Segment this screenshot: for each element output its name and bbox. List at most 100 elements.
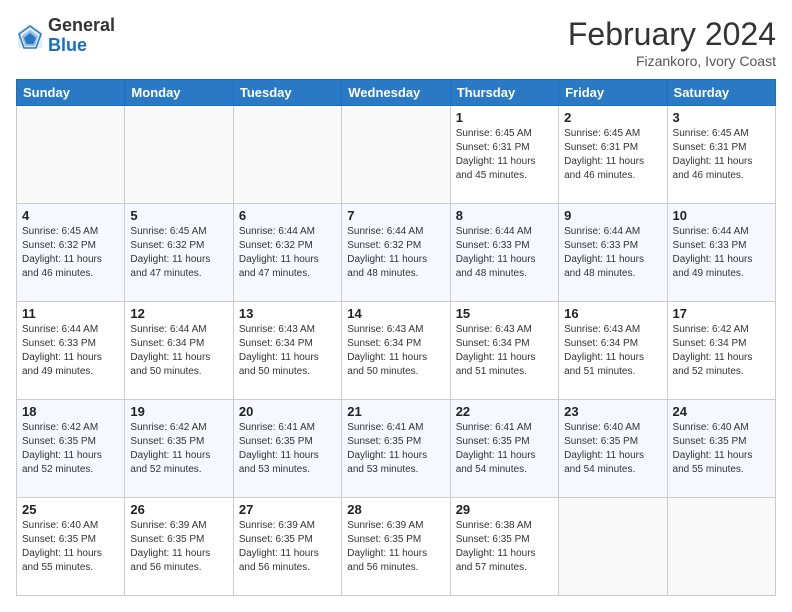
day-number: 5: [130, 208, 227, 223]
calendar-cell: 9 Sunrise: 6:44 AM Sunset: 6:33 PM Daylig…: [559, 204, 667, 302]
calendar-cell: [342, 106, 450, 204]
day-number: 19: [130, 404, 227, 419]
calendar-header-monday: Monday: [125, 80, 233, 106]
day-number: 14: [347, 306, 444, 321]
day-info: Sunrise: 6:39 AM Sunset: 6:35 PM Dayligh…: [347, 520, 427, 573]
day-info: Sunrise: 6:45 AM Sunset: 6:31 PM Dayligh…: [456, 128, 536, 181]
calendar-header-wednesday: Wednesday: [342, 80, 450, 106]
day-number: 12: [130, 306, 227, 321]
day-number: 7: [347, 208, 444, 223]
day-number: 23: [564, 404, 661, 419]
month-title: February 2024: [568, 16, 776, 53]
day-info: Sunrise: 6:40 AM Sunset: 6:35 PM Dayligh…: [673, 422, 753, 475]
calendar-cell: 11Sunrise: 6:44 AM Sunset: 6:33 PM Dayli…: [17, 302, 125, 400]
calendar-header-sunday: Sunday: [17, 80, 125, 106]
day-number: 9: [564, 208, 661, 223]
day-number: 20: [239, 404, 336, 419]
day-number: 18: [22, 404, 119, 419]
day-number: 27: [239, 502, 336, 517]
day-info: Sunrise: 6:44 AM Sunset: 6:33 PM Dayligh…: [456, 226, 536, 279]
day-info: Sunrise: 6:42 AM Sunset: 6:34 PM Dayligh…: [673, 324, 753, 377]
calendar-cell: 3 Sunrise: 6:45 AM Sunset: 6:31 PM Daylig…: [667, 106, 775, 204]
calendar-cell: 1 Sunrise: 6:45 AM Sunset: 6:31 PM Daylig…: [450, 106, 558, 204]
logo-general-text: General: [48, 16, 115, 36]
day-number: 1: [456, 110, 553, 125]
calendar-cell: 21 Sunrise: 6:41 AM Sunset: 6:35 PM Dayli…: [342, 400, 450, 498]
calendar-cell: 20 Sunrise: 6:41 AM Sunset: 6:35 PM Dayli…: [233, 400, 341, 498]
day-number: 3: [673, 110, 770, 125]
day-info: Sunrise: 6:43 AM Sunset: 6:34 PM Dayligh…: [564, 324, 644, 377]
calendar-cell: 16 Sunrise: 6:43 AM Sunset: 6:34 PM Dayli…: [559, 302, 667, 400]
day-number: 21: [347, 404, 444, 419]
location: Fizankoro, Ivory Coast: [568, 53, 776, 69]
day-info: Sunrise: 6:40 AM Sunset: 6:35 PM Dayligh…: [564, 422, 644, 475]
calendar-cell: 29 Sunrise: 6:38 AM Sunset: 6:35 PM Dayli…: [450, 498, 558, 596]
day-info: Sunrise: 6:44 AM Sunset: 6:34 PM Dayligh…: [130, 324, 210, 377]
header: General Blue February 2024 Fizankoro, Iv…: [16, 16, 776, 69]
calendar-cell: 4 Sunrise: 6:45 AM Sunset: 6:32 PM Daylig…: [17, 204, 125, 302]
calendar-cell: [233, 106, 341, 204]
calendar-week-row: 1 Sunrise: 6:45 AM Sunset: 6:31 PM Daylig…: [17, 106, 776, 204]
calendar-header-friday: Friday: [559, 80, 667, 106]
day-number: 13: [239, 306, 336, 321]
calendar-header-thursday: Thursday: [450, 80, 558, 106]
day-info: Sunrise: 6:42 AM Sunset: 6:35 PM Dayligh…: [130, 422, 210, 475]
calendar-cell: 17 Sunrise: 6:42 AM Sunset: 6:34 PM Dayli…: [667, 302, 775, 400]
day-info: Sunrise: 6:38 AM Sunset: 6:35 PM Dayligh…: [456, 520, 536, 573]
day-info: Sunrise: 6:41 AM Sunset: 6:35 PM Dayligh…: [456, 422, 536, 475]
day-info: Sunrise: 6:39 AM Sunset: 6:35 PM Dayligh…: [130, 520, 210, 573]
day-info: Sunrise: 6:40 AM Sunset: 6:35 PM Dayligh…: [22, 520, 102, 573]
calendar-cell: 25 Sunrise: 6:40 AM Sunset: 6:35 PM Dayli…: [17, 498, 125, 596]
calendar-cell: 18 Sunrise: 6:42 AM Sunset: 6:35 PM Dayli…: [17, 400, 125, 498]
day-info: Sunrise: 6:44 AM Sunset: 6:32 PM Dayligh…: [347, 226, 427, 279]
calendar-cell: 28Sunrise: 6:39 AM Sunset: 6:35 PM Dayli…: [342, 498, 450, 596]
calendar-table: SundayMondayTuesdayWednesdayThursdayFrid…: [16, 79, 776, 596]
day-number: 29: [456, 502, 553, 517]
calendar-cell: 5 Sunrise: 6:45 AM Sunset: 6:32 PM Daylig…: [125, 204, 233, 302]
day-info: Sunrise: 6:43 AM Sunset: 6:34 PM Dayligh…: [456, 324, 536, 377]
day-info: Sunrise: 6:44 AM Sunset: 6:33 PM Dayligh…: [673, 226, 753, 279]
day-number: 8: [456, 208, 553, 223]
day-number: 26: [130, 502, 227, 517]
day-number: 15: [456, 306, 553, 321]
logo-blue-text: Blue: [48, 36, 115, 56]
day-number: 6: [239, 208, 336, 223]
calendar-cell: 7 Sunrise: 6:44 AM Sunset: 6:32 PM Daylig…: [342, 204, 450, 302]
calendar-cell: 8 Sunrise: 6:44 AM Sunset: 6:33 PM Daylig…: [450, 204, 558, 302]
calendar-cell: 23 Sunrise: 6:40 AM Sunset: 6:35 PM Dayli…: [559, 400, 667, 498]
day-info: Sunrise: 6:41 AM Sunset: 6:35 PM Dayligh…: [239, 422, 319, 475]
day-info: Sunrise: 6:42 AM Sunset: 6:35 PM Dayligh…: [22, 422, 102, 475]
day-info: Sunrise: 6:44 AM Sunset: 6:33 PM Dayligh…: [22, 324, 102, 377]
day-info: Sunrise: 6:41 AM Sunset: 6:35 PM Dayligh…: [347, 422, 427, 475]
logo-text: General Blue: [48, 16, 115, 56]
calendar-header-row: SundayMondayTuesdayWednesdayThursdayFrid…: [17, 80, 776, 106]
day-info: Sunrise: 6:45 AM Sunset: 6:32 PM Dayligh…: [22, 226, 102, 279]
calendar-cell: 10Sunrise: 6:44 AM Sunset: 6:33 PM Dayli…: [667, 204, 775, 302]
calendar-cell: 2 Sunrise: 6:45 AM Sunset: 6:31 PM Daylig…: [559, 106, 667, 204]
day-info: Sunrise: 6:43 AM Sunset: 6:34 PM Dayligh…: [239, 324, 319, 377]
day-info: Sunrise: 6:45 AM Sunset: 6:31 PM Dayligh…: [673, 128, 753, 181]
calendar-week-row: 4 Sunrise: 6:45 AM Sunset: 6:32 PM Daylig…: [17, 204, 776, 302]
day-number: 24: [673, 404, 770, 419]
day-info: Sunrise: 6:45 AM Sunset: 6:31 PM Dayligh…: [564, 128, 644, 181]
day-number: 2: [564, 110, 661, 125]
calendar-cell: 22 Sunrise: 6:41 AM Sunset: 6:35 PM Dayli…: [450, 400, 558, 498]
day-number: 16: [564, 306, 661, 321]
calendar-cell: 19 Sunrise: 6:42 AM Sunset: 6:35 PM Dayli…: [125, 400, 233, 498]
calendar-week-row: 25 Sunrise: 6:40 AM Sunset: 6:35 PM Dayli…: [17, 498, 776, 596]
calendar-cell: 24 Sunrise: 6:40 AM Sunset: 6:35 PM Dayli…: [667, 400, 775, 498]
calendar-cell: 12 Sunrise: 6:44 AM Sunset: 6:34 PM Dayli…: [125, 302, 233, 400]
day-number: 22: [456, 404, 553, 419]
day-info: Sunrise: 6:44 AM Sunset: 6:33 PM Dayligh…: [564, 226, 644, 279]
calendar-cell: 27Sunrise: 6:39 AM Sunset: 6:35 PM Dayli…: [233, 498, 341, 596]
calendar-cell: 6 Sunrise: 6:44 AM Sunset: 6:32 PM Daylig…: [233, 204, 341, 302]
day-number: 17: [673, 306, 770, 321]
calendar-cell: [559, 498, 667, 596]
calendar-header-saturday: Saturday: [667, 80, 775, 106]
day-info: Sunrise: 6:45 AM Sunset: 6:32 PM Dayligh…: [130, 226, 210, 279]
day-info: Sunrise: 6:44 AM Sunset: 6:32 PM Dayligh…: [239, 226, 319, 279]
calendar-cell: [125, 106, 233, 204]
page: General Blue February 2024 Fizankoro, Iv…: [0, 0, 792, 612]
day-number: 25: [22, 502, 119, 517]
day-number: 4: [22, 208, 119, 223]
